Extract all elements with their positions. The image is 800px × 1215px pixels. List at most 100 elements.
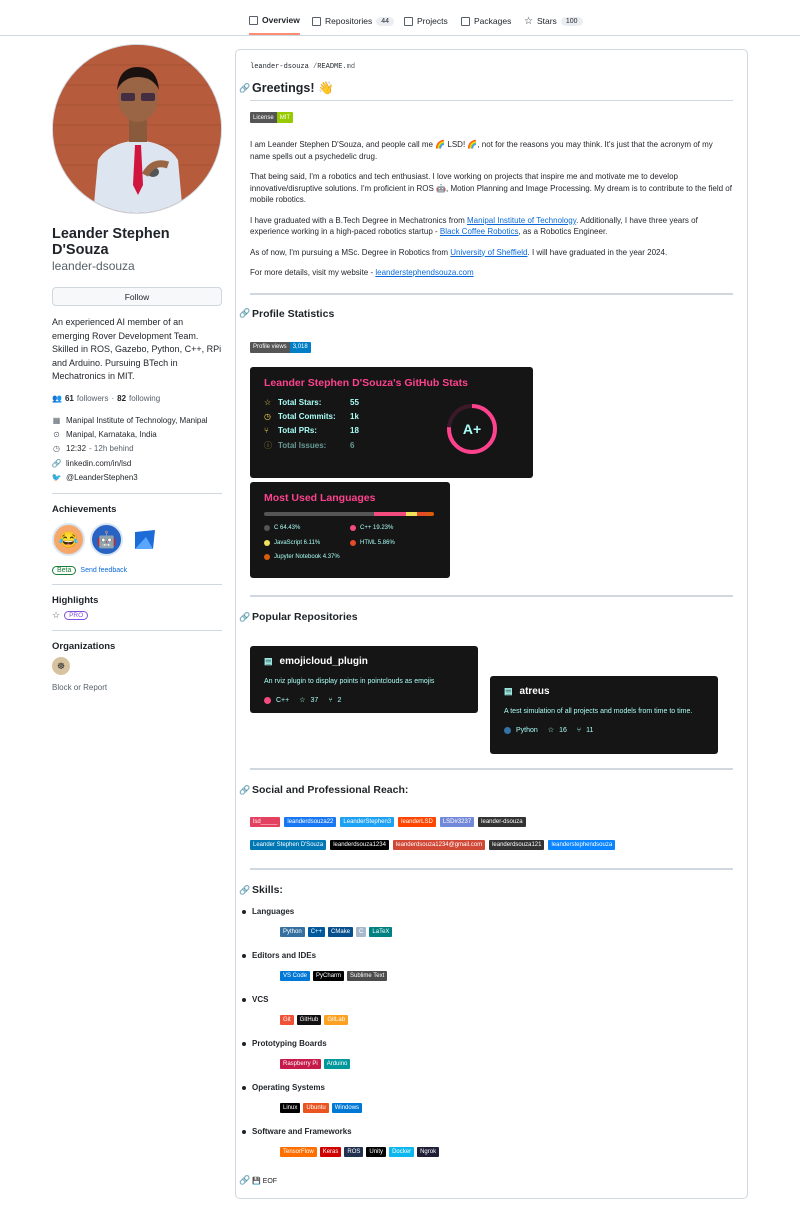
sheffield-link[interactable]: University of Sheffield <box>450 248 527 257</box>
repo-card-emojicloud[interactable]: ▤ emojicloud_plugin An rviz plugin to dis… <box>250 646 478 713</box>
anchor-link-icon[interactable]: 🔗 <box>239 83 250 94</box>
tab-packages[interactable]: Packages <box>461 8 511 34</box>
social-badge[interactable]: leanderdsouza1234@gmail.com <box>392 840 486 850</box>
achievement-badge-icon[interactable]: 😂 <box>52 523 85 557</box>
vcard-twitter[interactable]: 🐦 @LeanderStephen3 <box>52 470 222 484</box>
tab-repositories[interactable]: Repositories 44 <box>312 8 395 34</box>
send-feedback-link[interactable]: Send feedback <box>80 567 127 574</box>
skill-badge[interactable]: PyCharm <box>313 971 345 981</box>
skill-badge[interactable]: Ubuntu <box>303 1103 329 1113</box>
skill-badge[interactable]: ROS <box>344 1147 364 1157</box>
highlight-pro: ☆ PRO <box>52 610 222 621</box>
social-badge[interactable]: Leander Stephen D'Souza <box>250 840 327 850</box>
repo-name[interactable]: atreus <box>520 686 550 697</box>
skill-badge[interactable]: Windows <box>331 1103 363 1113</box>
skill-badge[interactable]: Arduino <box>323 1059 351 1069</box>
top-languages-card[interactable]: Most Used Languages C 64.43% C++ 19.23% … <box>250 482 450 578</box>
vcard-website-link[interactable]: linkedin.com/in/lsd <box>66 459 131 468</box>
skill-badge-label: GitLab <box>327 1017 346 1023</box>
repos-heading: 🔗 Popular Repositories <box>239 611 358 623</box>
greeting-text: Greetings! 👋 <box>252 81 334 95</box>
anchor-link-icon[interactable]: 🔗 <box>239 785 250 796</box>
status-emoji-icon[interactable]: ◎ <box>199 187 221 209</box>
social-badge[interactable]: leander-dsouza <box>478 817 526 827</box>
tab-stars[interactable]: ☆ Stars 100 <box>524 8 583 34</box>
skill-badge[interactable]: TensorFlow <box>280 1147 317 1157</box>
anchor-link-icon[interactable]: 🔗 <box>239 612 250 623</box>
github-stats-card[interactable]: Leander Stephen D'Souza's GitHub Stats ☆… <box>250 367 533 478</box>
skill-badge[interactable]: LaTeX <box>369 927 393 937</box>
anchor-link-icon[interactable]: 🔗 <box>239 308 250 319</box>
skill-badge[interactable]: C <box>356 927 367 937</box>
skill-badge[interactable]: Ngrok <box>417 1147 440 1157</box>
following-link[interactable]: following <box>129 394 160 403</box>
skill-badge[interactable]: GitLab <box>324 1015 349 1025</box>
anchor-link-icon[interactable]: 🔗 <box>239 885 250 896</box>
skill-badge[interactable]: Sublime Text <box>347 971 388 981</box>
skill-category: VCS <box>252 995 268 1004</box>
social-badge[interactable]: lsd_____ <box>250 817 281 827</box>
pull-request-icon: ⑂ <box>264 426 269 436</box>
block-report-link[interactable]: Block or Report <box>52 683 222 692</box>
skill-badge-label: CMake <box>331 929 351 935</box>
follow-stats: 👥 61 followers · 82 following <box>52 394 222 403</box>
skill-badge[interactable]: C++ <box>307 927 326 937</box>
repo-name[interactable]: emojicloud_plugin <box>280 656 368 667</box>
following-count[interactable]: 82 <box>117 394 126 403</box>
package-icon <box>461 16 470 26</box>
manipal-link[interactable]: Manipal Institute of Technology <box>467 216 576 225</box>
black-coffee-link[interactable]: Black Coffee Robotics <box>440 227 519 236</box>
organization-avatar-icon[interactable]: ☸ <box>52 657 70 676</box>
social-badge[interactable]: leanderstephendsouza <box>548 840 616 850</box>
website-link[interactable]: leanderstephendsouza.com <box>375 268 473 277</box>
follow-button[interactable]: Follow <box>52 287 222 306</box>
issue-icon: ⓘ <box>264 440 272 450</box>
vcard-website[interactable]: 🔗 linkedin.com/in/lsd <box>52 456 222 470</box>
tab-label: Projects <box>417 16 448 26</box>
anchor-link-icon[interactable]: 🔗 <box>239 1175 250 1186</box>
social-badge-label: leanderdsouza1234 <box>333 842 386 848</box>
social-badge[interactable]: LeanderStephen3 <box>340 817 395 827</box>
divider <box>52 630 222 632</box>
avatar[interactable]: ◎ <box>52 44 222 214</box>
skill-badge[interactable]: Python <box>280 927 305 937</box>
skill-badge[interactable]: Docker <box>389 1147 415 1157</box>
social-badge-label: leanderstephendsouza <box>551 842 613 848</box>
skill-badge[interactable]: Keras <box>319 1147 342 1157</box>
achievement-badge-icon[interactable]: 🤖 <box>90 523 123 557</box>
skill-category: Languages <box>252 907 294 916</box>
skill-badge-label: Python <box>283 929 302 935</box>
skill-badge[interactable]: VS Code <box>280 971 311 981</box>
twitter-icon: 🐦 <box>51 472 62 482</box>
tab-overview[interactable]: Overview <box>249 7 300 35</box>
social-badge-label: leanderdsouza22 <box>287 819 334 825</box>
social-badge[interactable]: leanderdsouza1234 <box>330 840 389 850</box>
followers-count[interactable]: 61 <box>65 394 74 403</box>
divider <box>250 868 733 870</box>
social-badge[interactable]: leanderdsouza22 <box>284 817 337 827</box>
vcard-twitter-link[interactable]: @LeanderStephen3 <box>66 473 138 482</box>
tab-label: Stars <box>536 16 557 26</box>
skill-badge[interactable]: CMake <box>328 927 354 937</box>
skill-badge[interactable]: Linux <box>280 1103 301 1113</box>
repo-card-atreus[interactable]: ▤ atreus A test simulation of all project… <box>490 676 718 754</box>
social-badge[interactable]: LSD#3237 <box>439 817 475 827</box>
tab-projects[interactable]: Projects <box>404 8 448 34</box>
profile-views-badge[interactable]: Profile views 3,018 <box>250 339 733 357</box>
social-badge[interactable]: leanderdsouza121 <box>489 840 545 850</box>
skill-badge[interactable]: Raspberry Pi <box>280 1059 321 1069</box>
achievement-badge-icon[interactable] <box>128 523 161 557</box>
skill-badge[interactable]: Git <box>280 1015 294 1025</box>
social-badge[interactable]: leanderLSD <box>398 817 436 827</box>
skill-badge-label: VS Code <box>283 973 308 979</box>
skill-badge[interactable]: GitHub <box>296 1015 322 1025</box>
vcard-org: ▦ Manipal Institute of Technology, Manip… <box>52 413 222 427</box>
path-user[interactable]: leander-dsouza <box>250 63 309 71</box>
followers-link[interactable]: followers <box>77 394 109 403</box>
skill-badge[interactable]: Unity <box>366 1147 387 1157</box>
license-badge[interactable]: License MIT <box>250 109 733 127</box>
table-icon <box>404 16 413 26</box>
social-heading-text: Social and Professional Reach: <box>252 784 409 796</box>
readme-path: leander-dsouza /README.md <box>250 63 733 71</box>
stat-value: 1k <box>350 411 359 421</box>
